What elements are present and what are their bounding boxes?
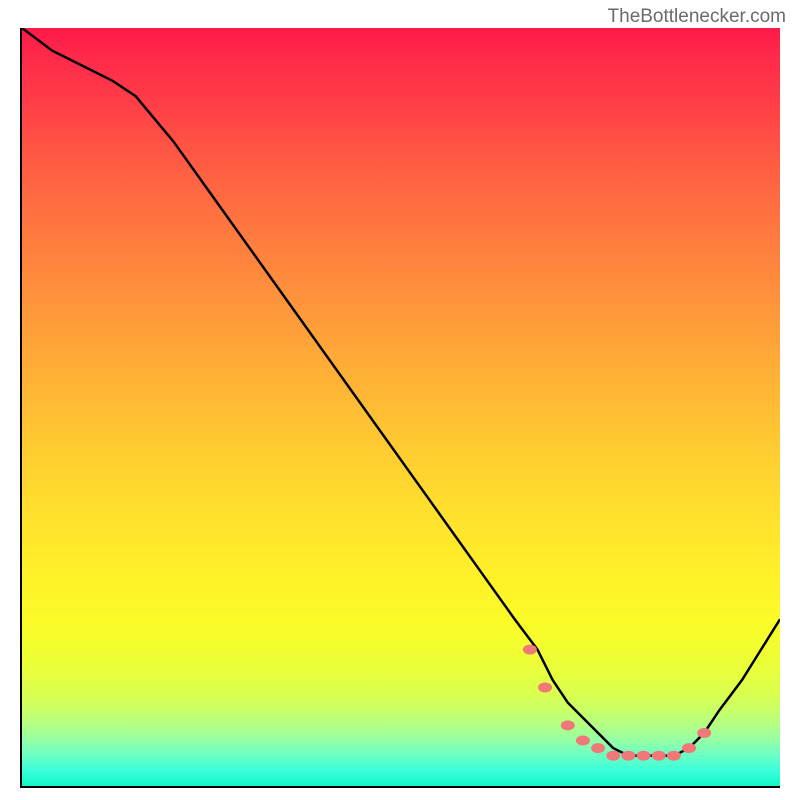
marker-dot <box>637 751 651 761</box>
marker-dot <box>621 751 635 761</box>
optimal-range-markers <box>523 645 711 761</box>
marker-dot <box>667 751 681 761</box>
marker-dot <box>652 751 666 761</box>
marker-dot <box>697 728 711 738</box>
marker-dot <box>682 743 696 753</box>
chart-svg <box>22 28 780 786</box>
marker-dot <box>523 645 537 655</box>
chart-plot-area <box>20 28 780 788</box>
marker-dot <box>576 736 590 746</box>
bottleneck-curve-line <box>22 28 780 756</box>
marker-dot <box>591 743 605 753</box>
watermark-text: TheBottlenecker.com <box>608 6 786 28</box>
marker-dot <box>561 720 575 730</box>
marker-dot <box>538 682 552 692</box>
marker-dot <box>606 751 620 761</box>
